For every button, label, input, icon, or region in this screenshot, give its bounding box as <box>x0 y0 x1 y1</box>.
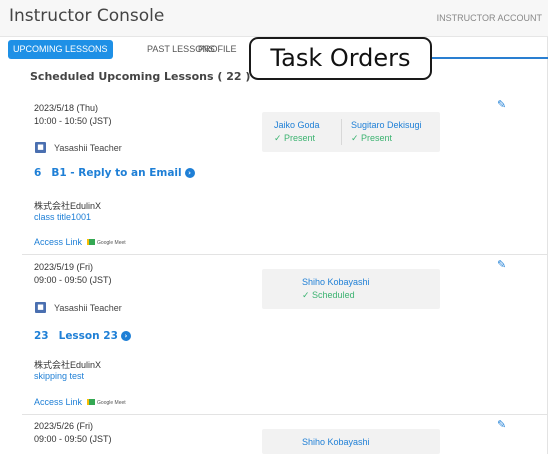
google-meet-badge: Google Meet <box>87 399 126 406</box>
teacher-icon: ■ <box>35 302 46 313</box>
lesson-time: 10:00 - 10:50 (JST) <box>34 116 112 126</box>
student-name[interactable]: Shiho Kobayashi <box>302 437 370 447</box>
access-link[interactable]: Access Link Google Meet <box>34 397 126 407</box>
access-link-label: Access Link <box>34 397 83 407</box>
lesson-date: 2023/5/18 (Thu) <box>34 103 99 113</box>
company-name: 株式会社EdulinX <box>34 360 102 370</box>
tab-upcoming-lessons[interactable]: UPCOMING LESSONS <box>8 40 113 59</box>
instructor-account-link[interactable]: INSTRUCTOR ACCOUNT <box>437 13 542 23</box>
edit-icon[interactable]: ✎ <box>497 258 506 271</box>
class-title-link[interactable]: class title1001 <box>34 212 91 222</box>
lesson-divider <box>22 414 548 415</box>
student-list: Jaiko Goda ✓ Present Sugitaro Dekisugi ✓… <box>262 112 440 152</box>
course-number: 6 <box>34 167 42 179</box>
student-entry: Sugitaro Dekisugi ✓ Present <box>351 120 422 144</box>
lesson-date: 2023/5/26 (Fri) <box>34 421 94 431</box>
google-meet-label: Google Meet <box>97 400 126 406</box>
lesson-time: 09:00 - 09:50 (JST) <box>34 434 112 444</box>
edit-icon[interactable]: ✎ <box>497 418 506 431</box>
student-name[interactable]: Sugitaro Dekisugi <box>351 120 422 130</box>
student-entry: Jaiko Goda ✓ Present <box>274 120 320 144</box>
google-meet-icon <box>87 399 96 405</box>
student-divider <box>341 119 342 145</box>
lesson-date: 2023/5/19 (Fri) <box>34 262 94 272</box>
student-list: Shiho Kobayashi <box>262 429 440 454</box>
attendance-status: ✓ Scheduled <box>302 290 355 300</box>
student-name[interactable]: Shiho Kobayashi <box>302 277 370 287</box>
arrow-circle-right-icon: › <box>120 331 131 341</box>
teacher-name: Yasashii Teacher <box>54 143 122 153</box>
course-title: B1 - Reply to an Email <box>51 167 182 179</box>
callout-pointer-line <box>432 57 548 59</box>
course-number: 23 <box>34 330 49 342</box>
attendance-status: ✓ Present <box>274 133 316 143</box>
student-entry: Shiho Kobayashi ✓ Scheduled <box>302 277 370 301</box>
google-meet-badge: Google Meet <box>87 239 126 246</box>
course-link[interactable]: 6 B1 - Reply to an Email › <box>34 167 195 179</box>
class-title-link[interactable]: skipping test <box>34 371 84 381</box>
course-link[interactable]: 23 Lesson 23 › <box>34 330 131 342</box>
attendance-status: ✓ Present <box>351 133 393 143</box>
lesson-time: 09:00 - 09:50 (JST) <box>34 275 112 285</box>
access-link-label: Access Link <box>34 237 83 247</box>
teacher-icon: ■ <box>35 142 46 153</box>
google-meet-label: Google Meet <box>97 240 126 246</box>
task-orders-callout: Task Orders <box>249 37 432 80</box>
student-list: Shiho Kobayashi ✓ Scheduled <box>262 269 440 309</box>
google-meet-icon <box>87 239 96 245</box>
app-header: Instructor Console INSTRUCTOR ACCOUNT <box>0 0 548 37</box>
edit-icon[interactable]: ✎ <box>497 98 506 111</box>
student-entry: Shiho Kobayashi <box>302 437 370 447</box>
lesson-divider <box>22 254 548 255</box>
tab-profile[interactable]: PROFILE <box>193 40 242 59</box>
arrow-circle-right-icon: › <box>184 168 195 178</box>
student-name[interactable]: Jaiko Goda <box>274 120 320 130</box>
app-title: Instructor Console <box>9 6 165 26</box>
teacher-name: Yasashii Teacher <box>54 303 122 313</box>
section-title: Scheduled Upcoming Lessons ( 22 ) <box>30 70 251 83</box>
access-link[interactable]: Access Link Google Meet <box>34 237 126 247</box>
course-title: Lesson 23 <box>58 330 118 342</box>
company-name: 株式会社EdulinX <box>34 201 102 211</box>
